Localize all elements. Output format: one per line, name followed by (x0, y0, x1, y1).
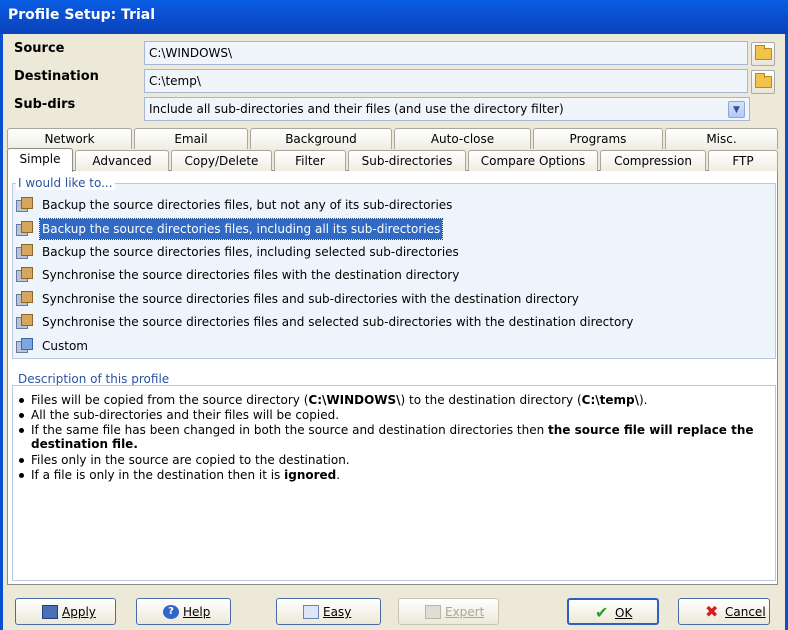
destination-browse-button[interactable] (751, 70, 775, 94)
source-field[interactable]: C:\WINDOWS\ (144, 41, 748, 65)
subdirs-selected-value: Include all sub-directories and their fi… (149, 102, 564, 116)
tab-compression[interactable]: Compression (600, 150, 706, 171)
subdirs-label: Sub-dirs (14, 97, 76, 112)
easy-button[interactable]: Easy (276, 598, 381, 625)
apply-button[interactable]: Apply (15, 598, 116, 625)
check-icon: ✔ (595, 603, 609, 622)
backup-icon (16, 221, 34, 237)
folder-icon (755, 73, 772, 88)
easy-icon (303, 605, 319, 619)
expert-icon (425, 605, 441, 619)
folder-icon (755, 45, 772, 60)
expert-button[interactable]: Expert (398, 598, 499, 625)
custom-icon (16, 338, 34, 354)
tab-background[interactable]: Background (250, 128, 392, 149)
tab-simple[interactable]: Simple (7, 148, 73, 172)
tab-advanced[interactable]: Advanced (75, 150, 169, 171)
cancel-button[interactable]: ✖ Cancel (678, 598, 770, 625)
options-group-title: I would like to... (16, 176, 115, 190)
title-bar: Profile Setup: Trial (0, 0, 788, 34)
sync-icon (16, 291, 34, 307)
tab-filter[interactable]: Filter (274, 150, 346, 171)
ok-button[interactable]: ✔ OK (567, 598, 659, 625)
help-icon: ? (163, 605, 179, 619)
destination-field[interactable]: C:\temp\ (144, 69, 748, 93)
tab-misc[interactable]: Misc. (665, 128, 778, 149)
sync-icon (16, 267, 34, 283)
save-icon (42, 605, 58, 619)
tab-compare-options[interactable]: Compare Options (468, 150, 598, 171)
window-title: Profile Setup: Trial (8, 7, 156, 23)
tab-ftp[interactable]: FTP (708, 150, 778, 171)
close-icon: ✖ (705, 602, 719, 621)
tab-email[interactable]: Email (134, 128, 248, 149)
backup-icon (16, 244, 34, 260)
backup-icon (16, 197, 34, 213)
description-box: Files will be copied from the source dir… (12, 385, 776, 581)
source-label: Source (14, 41, 65, 56)
tab-programs[interactable]: Programs (533, 128, 663, 149)
source-browse-button[interactable] (751, 42, 775, 66)
tab-network[interactable]: Network (7, 128, 132, 149)
tab-copy-delete[interactable]: Copy/Delete (171, 150, 272, 171)
chevron-down-icon[interactable]: ▼ (728, 101, 745, 118)
help-button[interactable]: ? Help (136, 598, 231, 625)
tab-auto-close[interactable]: Auto-close (394, 128, 531, 149)
sync-icon (16, 314, 34, 330)
subdirs-select[interactable]: Include all sub-directories and their fi… (144, 97, 750, 121)
destination-label: Destination (14, 69, 99, 84)
description-title: Description of this profile (16, 372, 172, 386)
tab-sub-directories[interactable]: Sub-directories (348, 150, 466, 171)
